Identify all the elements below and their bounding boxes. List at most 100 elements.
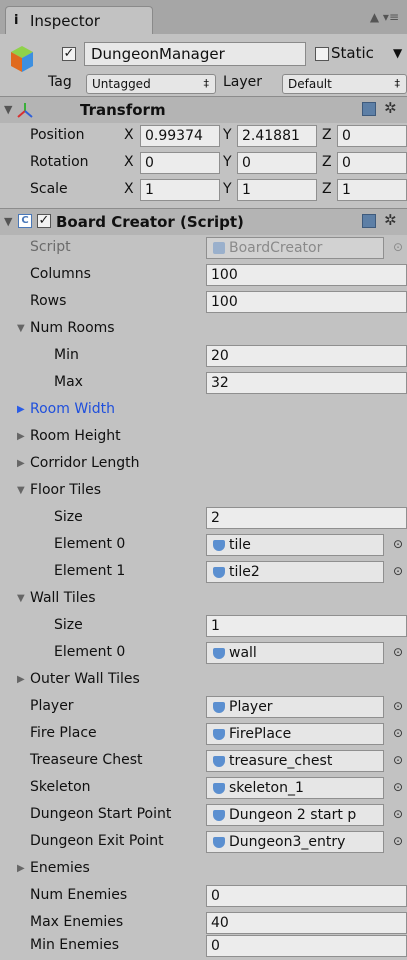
prefab-icon (213, 648, 225, 659)
help-book-icon[interactable] (362, 102, 376, 116)
room-height-foldout[interactable]: ▶ Room Height (0, 424, 407, 451)
room-height-label: Room Height (30, 428, 121, 444)
player-field[interactable]: Player (206, 696, 384, 718)
active-checkbox[interactable]: ✓ (62, 47, 76, 61)
board-creator-fold-icon[interactable]: ▼ (4, 215, 12, 228)
object-picker-icon[interactable]: ⊙ (393, 537, 403, 551)
gear-icon[interactable]: ✲ (384, 99, 397, 117)
y-axis-label: Y (223, 127, 232, 143)
rows-field[interactable]: 100 (206, 291, 407, 313)
room-width-foldout[interactable]: ▶ Room Width (0, 397, 407, 424)
floor-element-1-value: tile2 (229, 564, 260, 580)
floor-tiles-fold-icon[interactable]: ▼ (17, 485, 25, 496)
layer-label: Layer (223, 74, 263, 90)
rotation-z-field[interactable]: 0 (337, 152, 407, 174)
max-enemies-field[interactable]: 40 (206, 912, 407, 934)
floor-tiles-foldout[interactable]: ▼ Floor Tiles (0, 478, 407, 505)
tag-dropdown[interactable]: Untagged ‡ (86, 74, 216, 94)
columns-field[interactable]: 100 (206, 264, 407, 286)
fire-place-label: Fire Place (30, 725, 97, 741)
tab-inspector[interactable]: i Inspector (5, 6, 153, 34)
object-picker-icon[interactable]: ⊙ (393, 564, 403, 578)
board-creator-header[interactable]: ▼ C ✓ Board Creator (Script) ✲ (0, 208, 407, 235)
scale-row: Scale X 1 Y 1 Z 1 (0, 177, 407, 204)
position-x-field[interactable]: 0.99374 (140, 125, 220, 147)
wall-tiles-fold-icon[interactable]: ▼ (17, 593, 25, 604)
scale-z-field[interactable]: 1 (337, 179, 407, 201)
fire-place-field[interactable]: FirePlace (206, 723, 384, 745)
layer-dropdown[interactable]: Default ‡ (282, 74, 407, 94)
corridor-length-fold-icon[interactable]: ▶ (17, 458, 25, 469)
outer-wall-tiles-label: Outer Wall Tiles (30, 671, 140, 687)
player-row: Player Player ⊙ (0, 694, 407, 721)
max-rooms-field[interactable]: 32 (206, 372, 407, 394)
dungeon-start-point-field[interactable]: Dungeon 2 start p (206, 804, 384, 826)
script-value: BoardCreator (229, 240, 323, 256)
dungeon-exit-point-field[interactable]: Dungeon3_entry (206, 831, 384, 853)
element-1-label: Element 1 (54, 563, 126, 579)
floor-element-0-row: Element 0 tile ⊙ (0, 532, 407, 559)
static-checkbox[interactable] (315, 47, 329, 61)
layer-dropdown-arrow: ‡ (394, 77, 401, 90)
dungeon-exit-point-value: Dungeon3_entry (229, 834, 346, 850)
room-height-fold-icon[interactable]: ▶ (17, 431, 25, 442)
wall-size-field[interactable]: 1 (206, 615, 407, 637)
num-rooms-foldout[interactable]: ▼ Num Rooms (0, 316, 407, 343)
corridor-length-foldout[interactable]: ▶ Corridor Length (0, 451, 407, 478)
gameobject-name-input[interactable]: DungeonManager (84, 42, 306, 66)
skeleton-field[interactable]: skeleton_1 (206, 777, 384, 799)
scale-x-field[interactable]: 1 (140, 179, 220, 201)
gameobject-header: ✓ DungeonManager Static ▼ Tag Untagged ‡… (0, 34, 407, 96)
wall-element-0-row: Element 0 wall ⊙ (0, 640, 407, 667)
num-rooms-fold-icon[interactable]: ▼ (17, 323, 25, 334)
treasure-chest-row: Treaseure Chest treasure_chest ⊙ (0, 748, 407, 775)
enemies-fold-icon[interactable]: ▶ (17, 863, 25, 874)
rotation-y-field[interactable]: 0 (237, 152, 317, 174)
object-picker-icon[interactable]: ⊙ (393, 699, 403, 713)
object-picker-icon[interactable]: ⊙ (393, 753, 403, 767)
position-z-field[interactable]: 0 (337, 125, 407, 147)
position-label: Position (30, 127, 85, 143)
min-enemies-field[interactable]: 0 (206, 935, 407, 957)
wall-tiles-foldout[interactable]: ▼ Wall Tiles (0, 586, 407, 613)
size-label: Size (54, 509, 83, 525)
treasure-chest-field[interactable]: treasure_chest (206, 750, 384, 772)
room-width-fold-icon[interactable]: ▶ (17, 404, 25, 415)
wall-tiles-label: Wall Tiles (30, 590, 96, 606)
outer-wall-tiles-fold-icon[interactable]: ▶ (17, 674, 25, 685)
static-label: Static (331, 44, 374, 62)
element-0-label: Element 0 (54, 644, 126, 660)
tag-dropdown-arrow: ‡ (203, 77, 210, 90)
dungeon-start-point-value: Dungeon 2 start p (229, 807, 357, 823)
transform-fold-icon[interactable]: ▼ (4, 103, 12, 116)
enemies-foldout[interactable]: ▶ Enemies (0, 856, 407, 883)
transform-header[interactable]: ▼ Transform ✲ (0, 96, 407, 123)
outer-wall-tiles-foldout[interactable]: ▶ Outer Wall Tiles (0, 667, 407, 694)
rotation-x-field[interactable]: 0 (140, 152, 220, 174)
room-width-label: Room Width (30, 401, 115, 417)
prefab-icon (213, 567, 225, 578)
rows-row: Rows 100 (0, 289, 407, 316)
tab-menu-icon[interactable]: ▲ ▾≡ (370, 10, 399, 24)
scale-y-field[interactable]: 1 (237, 179, 317, 201)
num-enemies-field[interactable]: 0 (206, 885, 407, 907)
script-file-icon (213, 242, 225, 254)
object-picker-icon[interactable]: ⊙ (393, 726, 403, 740)
static-dropdown-arrow[interactable]: ▼ (393, 46, 402, 60)
board-creator-enabled-checkbox[interactable]: ✓ (37, 214, 51, 228)
floor-element-1-field[interactable]: tile2 (206, 561, 384, 583)
object-picker-icon[interactable]: ⊙ (393, 834, 403, 848)
scale-label: Scale (30, 181, 68, 197)
gear-icon[interactable]: ✲ (384, 211, 397, 229)
help-book-icon[interactable] (362, 214, 376, 228)
floor-element-0-field[interactable]: tile (206, 534, 384, 556)
position-y-field[interactable]: 2.41881 (237, 125, 317, 147)
object-picker-icon[interactable]: ⊙ (393, 645, 403, 659)
wall-element-0-field[interactable]: wall (206, 642, 384, 664)
object-picker-icon[interactable]: ⊙ (393, 780, 403, 794)
min-rooms-field[interactable]: 20 (206, 345, 407, 367)
treasure-chest-label: Treaseure Chest (30, 752, 143, 768)
dungeon-exit-point-label: Dungeon Exit Point (30, 833, 164, 849)
object-picker-icon[interactable]: ⊙ (393, 807, 403, 821)
floor-size-field[interactable]: 2 (206, 507, 407, 529)
